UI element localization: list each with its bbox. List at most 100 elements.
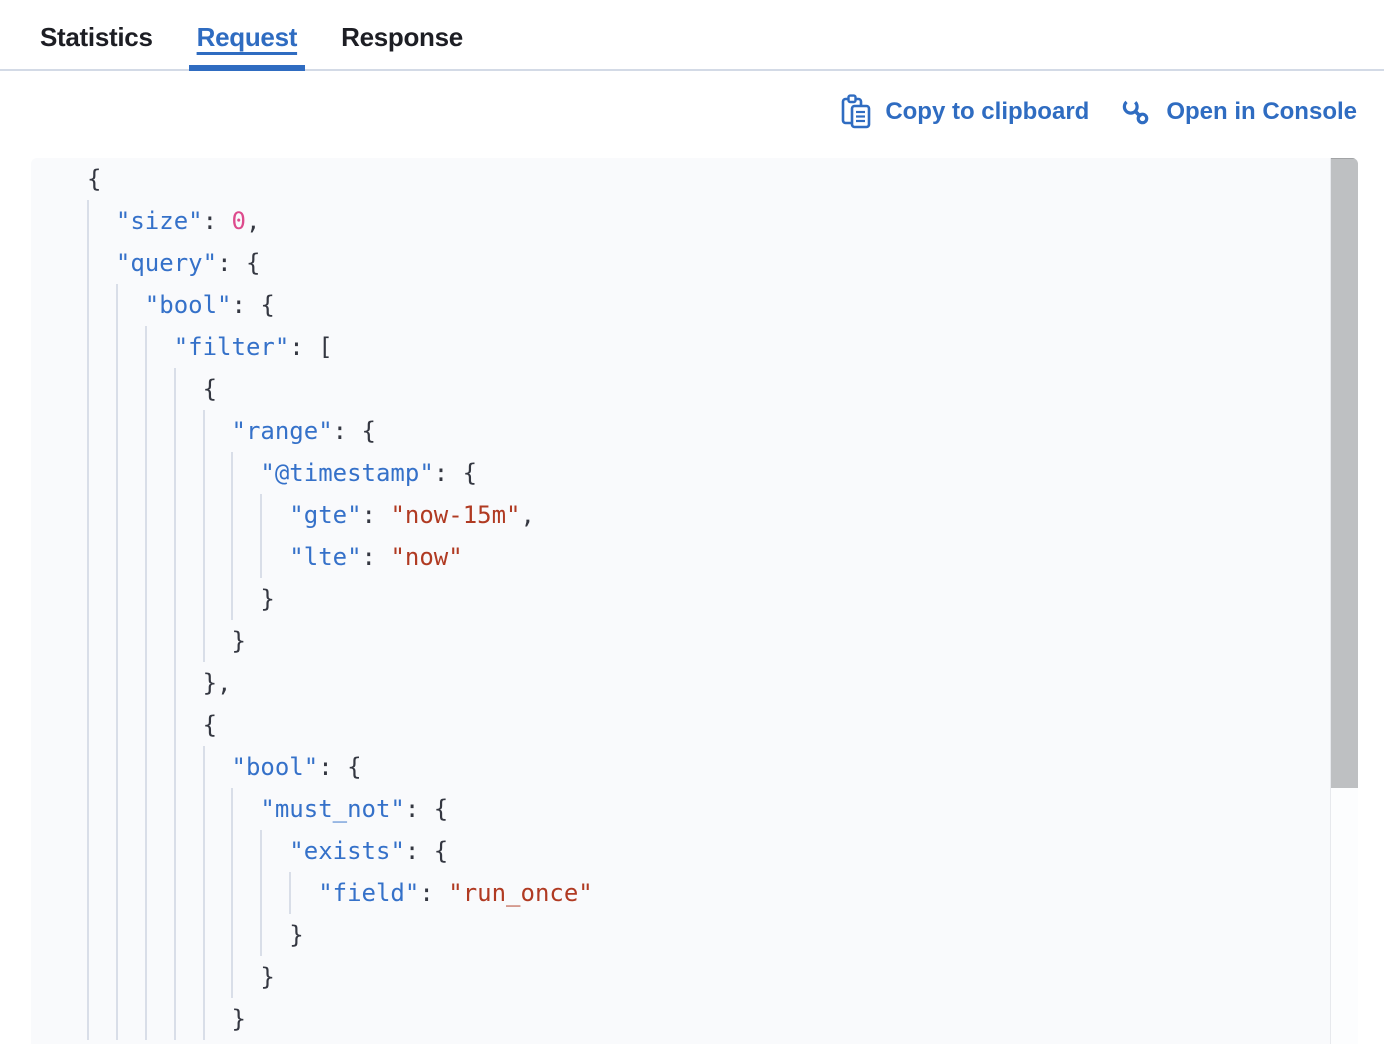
indent-guide [116,746,118,788]
tab-statistics[interactable]: Statistics [32,22,161,69]
indent-guide [145,704,147,746]
code-line: "must_not": { [31,788,1358,830]
indent-guide [203,914,205,956]
indent-guide [145,746,147,788]
code-line: }, [31,662,1358,704]
indent-guide [231,956,233,998]
indent-guide [174,872,176,914]
code-line: "query": { [31,242,1358,284]
indent-guide [87,284,89,326]
indent-guide [231,452,233,494]
indent-guide [203,872,205,914]
indent-guide [87,326,89,368]
indent-guide [87,242,89,284]
indent-guide [145,998,147,1040]
indent-guide [145,872,147,914]
indent-guide [145,662,147,704]
code-line: } [31,620,1358,662]
indent-guide [260,872,262,914]
indent-guide [260,914,262,956]
indent-guide [203,788,205,830]
indent-guide [116,494,118,536]
indent-guide [87,620,89,662]
code-lines: { "size": 0, "query": { "bool": { "filte… [31,158,1358,1040]
code-line: "bool": { [31,284,1358,326]
indent-guide [87,200,89,242]
indent-guide [174,998,176,1040]
indent-guide [116,872,118,914]
indent-guide [174,368,176,410]
indent-guide [174,494,176,536]
indent-guide [174,452,176,494]
indent-guide [87,452,89,494]
indent-guide [174,704,176,746]
indent-guide [231,494,233,536]
scrollbar-track[interactable] [1330,158,1358,1044]
indent-guide [87,872,89,914]
indent-guide [87,536,89,578]
indent-guide [116,326,118,368]
indent-guide [145,788,147,830]
indent-guide [116,452,118,494]
indent-guide [203,746,205,788]
indent-guide [203,578,205,620]
indent-guide [116,284,118,326]
open-in-console-button[interactable]: Open in Console [1119,95,1357,129]
indent-guide [145,368,147,410]
tab-request[interactable]: Request [189,22,305,69]
code-line: "lte": "now" [31,536,1358,578]
copy-to-clipboard-button[interactable]: Copy to clipboard [839,93,1089,130]
request-actions: Copy to clipboard Open in Console [0,71,1384,144]
indent-guide [260,494,262,536]
indent-guide [260,536,262,578]
indent-guide [87,788,89,830]
indent-guide [203,494,205,536]
request-code-block[interactable]: { "size": 0, "query": { "bool": { "filte… [31,158,1358,1044]
scrollbar-thumb[interactable] [1331,158,1358,788]
indent-guide [231,788,233,830]
indent-guide [116,578,118,620]
indent-guide [145,914,147,956]
indent-guide [174,956,176,998]
indent-guide [145,578,147,620]
indent-guide [87,830,89,872]
indent-guide [203,536,205,578]
indent-guide [231,578,233,620]
indent-guide [203,998,205,1040]
indent-guide [116,704,118,746]
code-line: } [31,578,1358,620]
indent-guide [203,830,205,872]
indent-guide [145,956,147,998]
indent-guide [174,788,176,830]
inspector-tab-bar: Statistics Request Response [0,0,1384,71]
code-line: { [31,704,1358,746]
indent-guide [174,830,176,872]
indent-guide [203,620,205,662]
indent-guide [174,578,176,620]
indent-guide [116,662,118,704]
indent-guide [87,914,89,956]
tab-response[interactable]: Response [333,22,471,69]
indent-guide [174,662,176,704]
indent-guide [87,410,89,452]
indent-guide [145,494,147,536]
indent-guide [116,956,118,998]
indent-guide [87,494,89,536]
indent-guide [87,746,89,788]
code-line: "@timestamp": { [31,452,1358,494]
code-line: } [31,998,1358,1040]
indent-guide [145,830,147,872]
indent-guide [116,788,118,830]
indent-guide [116,410,118,452]
indent-guide [174,620,176,662]
code-line: "size": 0, [31,200,1358,242]
indent-guide [87,578,89,620]
code-line: } [31,914,1358,956]
indent-guide [87,368,89,410]
indent-guide [116,368,118,410]
code-line: "gte": "now-15m", [31,494,1358,536]
indent-guide [87,998,89,1040]
indent-guide [203,410,205,452]
indent-guide [174,410,176,452]
indent-guide [260,830,262,872]
